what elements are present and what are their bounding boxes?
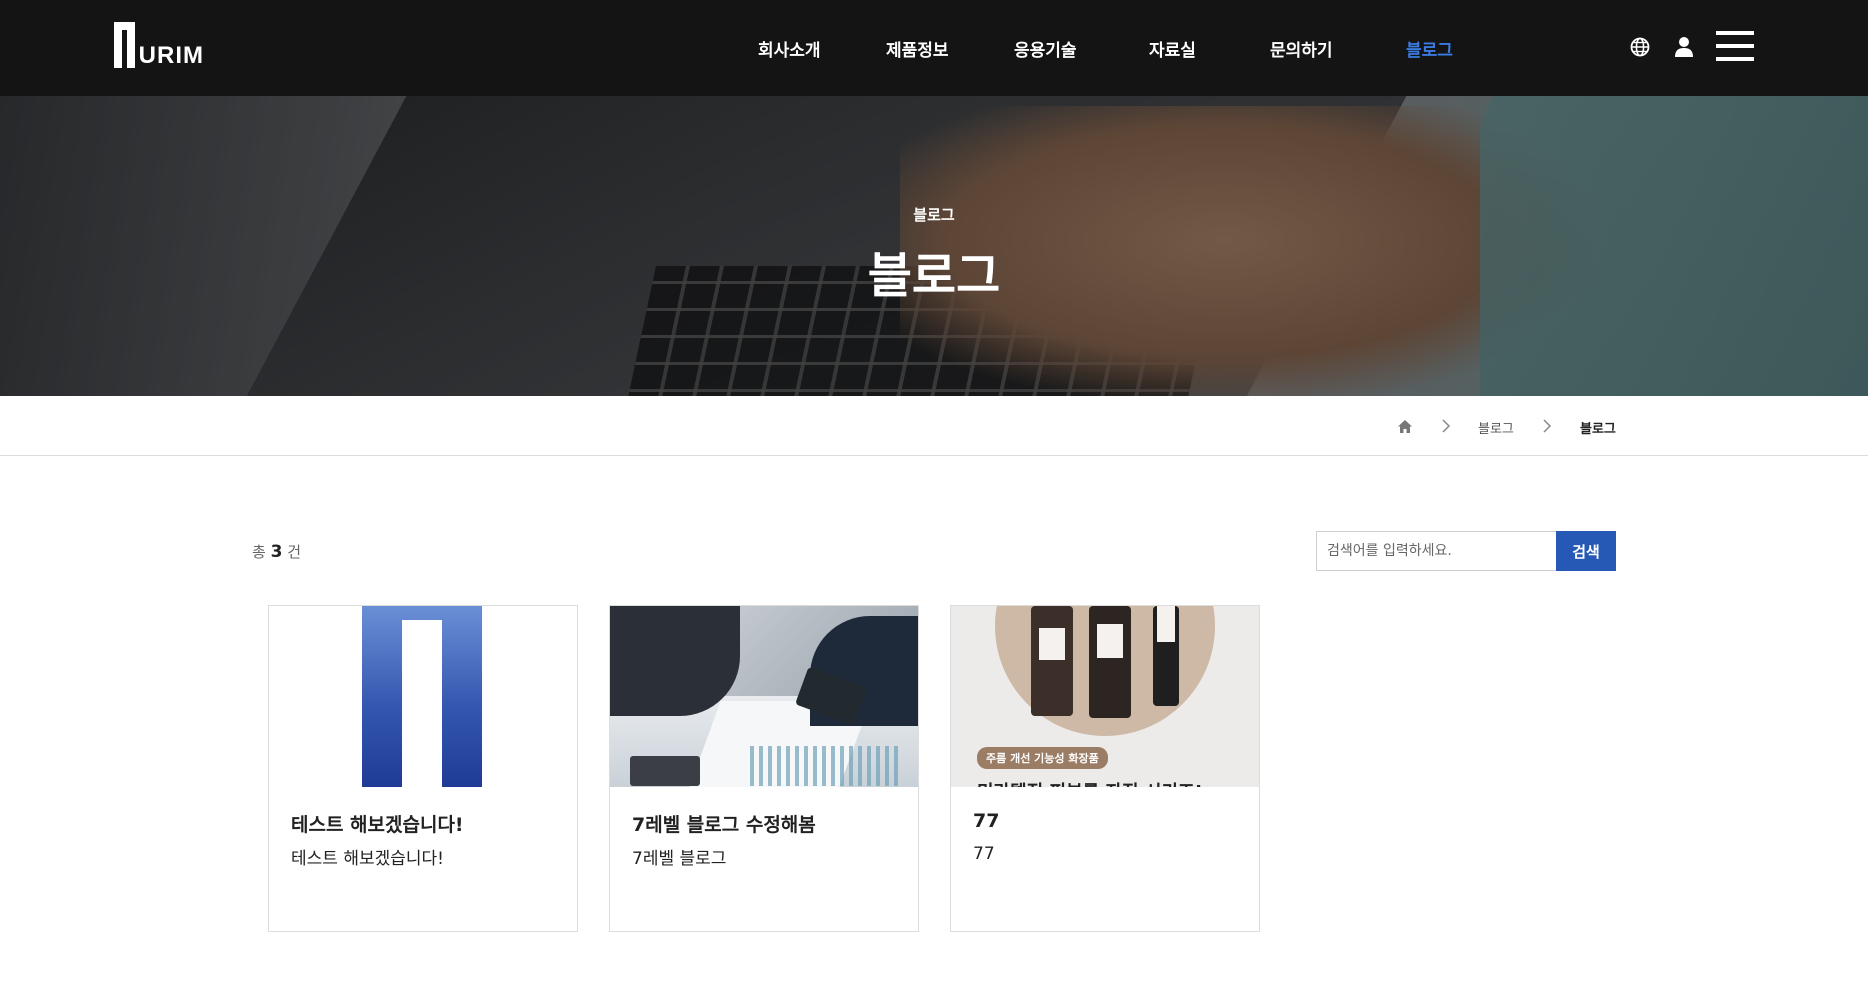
thumbnail-badge: 주름 개선 기능성 화장품 [977,747,1108,769]
total-count: 총 3 건 [252,541,301,562]
thumbnail-caption: 미라텔진 피부를 자진 시키즈! [977,778,1203,787]
search-input[interactable] [1316,531,1556,571]
card-title: 7레벨 블로그 수정해봄 [632,814,816,836]
search-button[interactable]: 검색 [1556,531,1616,571]
nav-item-contact[interactable]: 문의하기 [1270,36,1333,61]
logo-thumbnail-mark [362,606,482,787]
card-description: 7레벨 블로그 [632,849,727,869]
nav-item-products[interactable]: 제품정보 [886,36,949,61]
home-icon[interactable] [1398,420,1412,433]
blog-card[interactable]: 주름 개선 기능성 화장품 미라텔진 피부를 자진 시키즈! 77 77 [950,605,1260,932]
logo-mark [114,22,135,68]
breadcrumb: 블로그 블로그 [0,396,1868,456]
hero-banner: 블로그 블로그 [0,96,1868,396]
hero-title: 블로그 [867,248,1001,304]
hero-subtitle: 블로그 [913,206,955,224]
user-icon[interactable] [1674,36,1694,58]
nav-item-applications[interactable]: 응용기술 [1014,36,1077,61]
nav-item-company[interactable]: 회사소개 [758,36,821,61]
chevron-right-icon [1543,419,1552,433]
breadcrumb-current: 블로그 [1580,422,1616,437]
breadcrumb-item[interactable]: 블로그 [1478,418,1514,437]
total-prefix: 총 [252,543,266,561]
nav-item-blog[interactable]: 블로그 [1406,36,1453,61]
card-thumbnail [269,606,577,787]
blog-card[interactable]: 테스트 해보겠습니다! 테스트 해보겠습니다! [268,605,578,932]
site-header: URIM 회사소개 제품정보 응용기술 자료실 문의하기 블로그 [0,0,1868,96]
card-description: 77 [973,844,995,864]
hamburger-menu-icon[interactable] [1716,31,1754,61]
total-suffix: 건 [287,543,302,561]
total-number: 3 [270,542,283,562]
card-thumbnail: 주름 개선 기능성 화장품 미라텔진 피부를 자진 시키즈! [951,606,1259,787]
site-logo[interactable]: URIM [114,20,204,68]
chevron-right-icon [1442,419,1451,433]
logo-text: URIM [138,42,204,69]
card-title: 테스트 해보겠습니다! [291,814,464,836]
card-thumbnail [610,606,918,787]
nav-item-resources[interactable]: 자료실 [1149,36,1196,61]
card-description: 테스트 해보겠습니다! [291,849,444,869]
blog-card[interactable]: 7레벨 블로그 수정해봄 7레벨 블로그 [609,605,919,932]
card-title: 77 [973,810,1000,832]
globe-icon[interactable] [1630,37,1650,57]
